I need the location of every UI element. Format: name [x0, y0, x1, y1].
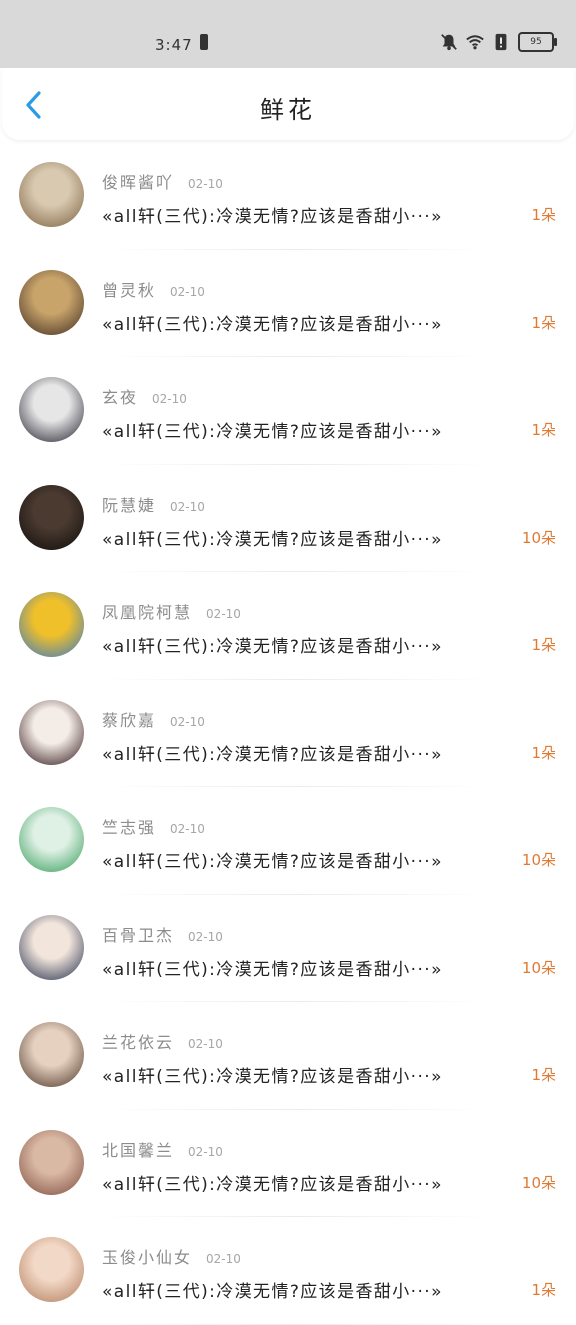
item-date: 02-10: [188, 1144, 223, 1159]
item-message: «all轩(三代):冷漠无情?应该是香甜小···»: [102, 1174, 443, 1195]
user-name-text: 阮慧婕: [102, 495, 157, 515]
flower-count: 10朵: [521, 958, 556, 977]
list-item[interactable]: 蔡欣嘉 02-10 «all轩(三代):冷漠无情?应该是香甜小···» 1朵: [0, 680, 576, 787]
flower-list: 俊晖酱吖 02-10 «all轩(三代):冷漠无情?应该是香甜小···» 1朵 曾…: [0, 142, 576, 1325]
item-date: 02-10: [170, 499, 205, 514]
wifi-icon: [466, 35, 484, 50]
list-item[interactable]: 凤凰院柯慧 02-10 «all轩(三代):冷漠无情?应该是香甜小···» 1朵: [0, 572, 576, 680]
flower-count: 1朵: [531, 1281, 556, 1299]
flower-count: 10朵: [521, 1173, 556, 1192]
avatar[interactable]: [19, 484, 84, 550]
user-name[interactable]: 玉俊小仙女 02-10: [102, 1244, 241, 1268]
item-date: 02-10: [188, 177, 223, 191]
avatar[interactable]: [19, 1022, 84, 1087]
user-name-text: 俊晖酱吖: [102, 173, 175, 192]
flower-count: 1朵: [531, 743, 556, 762]
user-name-text: 蔡欣嘉: [102, 710, 157, 730]
status-bar: 3:47 95: [0, 0, 576, 68]
user-name-text: 玄夜: [102, 388, 139, 407]
list-item[interactable]: 曾灵秋 02-10 «all轩(三代):冷漠无情?应该是香甜小···» 1朵: [0, 250, 576, 357]
item-date: 02-10: [152, 392, 187, 406]
user-name[interactable]: 北国馨兰 02-10: [102, 1137, 223, 1161]
list-item[interactable]: 阮慧婕 02-10 «all轩(三代):冷漠无情?应该是香甜小···» 10朵: [0, 465, 576, 572]
user-name-text: 曾灵秋: [102, 280, 157, 300]
item-message: «all轩(三代):冷漠无情?应该是香甜小···»: [102, 422, 443, 442]
list-item[interactable]: 北国馨兰 02-10 «all轩(三代):冷漠无情?应该是香甜小···» 10朵: [0, 1110, 576, 1217]
flower-count: 10朵: [521, 528, 556, 547]
flower-count: 10朵: [521, 851, 556, 869]
item-message: «all轩(三代):冷漠无情?应该是香甜小···»: [102, 1067, 443, 1087]
user-name[interactable]: 凤凰院柯慧 02-10: [102, 599, 241, 623]
flower-count: 1朵: [531, 421, 556, 439]
list-item[interactable]: 兰花依云 02-10 «all轩(三代):冷漠无情?应该是香甜小···» 1朵: [0, 1002, 576, 1110]
status-time: 3:47: [155, 36, 193, 54]
item-date: 02-10: [206, 1252, 241, 1266]
item-date: 02-10: [188, 1037, 223, 1051]
user-name[interactable]: 百骨卫杰 02-10: [102, 922, 223, 946]
avatar[interactable]: [19, 807, 84, 872]
user-name-text: 竺志强: [102, 818, 157, 837]
user-name-text: 兰花依云: [102, 1033, 175, 1052]
item-date: 02-10: [170, 822, 205, 836]
avatar[interactable]: [19, 592, 84, 657]
item-message: «all轩(三代):冷漠无情?应该是香甜小···»: [102, 852, 443, 872]
flower-count: 1朵: [531, 1066, 556, 1084]
list-item[interactable]: 玄夜 02-10 «all轩(三代):冷漠无情?应该是香甜小···» 1朵: [0, 357, 576, 465]
flower-count: 1朵: [531, 313, 556, 332]
mute-bell-icon: [441, 34, 457, 51]
user-name[interactable]: 兰花依云 02-10: [102, 1029, 223, 1053]
list-item[interactable]: 俊晖酱吖 02-10 «all轩(三代):冷漠无情?应该是香甜小···» 1朵: [0, 142, 576, 250]
item-message: «all轩(三代):冷漠无情?应该是香甜小···»: [102, 959, 443, 980]
list-item[interactable]: 竺志强 02-10 «all轩(三代):冷漠无情?应该是香甜小···» 10朵: [0, 787, 576, 895]
page-title: 鲜花: [260, 96, 316, 124]
user-name[interactable]: 玄夜 02-10: [102, 384, 187, 408]
item-date: 02-10: [170, 284, 205, 299]
avatar[interactable]: [19, 1237, 84, 1302]
item-date: 02-10: [170, 714, 205, 729]
item-message: «all轩(三代):冷漠无情?应该是香甜小···»: [102, 744, 443, 765]
flower-count: 1朵: [531, 636, 556, 654]
item-message: «all轩(三代):冷漠无情?应该是香甜小···»: [102, 529, 443, 550]
user-name[interactable]: 俊晖酱吖 02-10: [102, 169, 223, 193]
avatar[interactable]: [19, 914, 84, 980]
top-nav-bar: 鲜花: [2, 68, 574, 140]
user-name-text: 玉俊小仙女: [102, 1248, 193, 1267]
item-date: 02-10: [206, 607, 241, 621]
avatar[interactable]: [19, 699, 84, 765]
list-item[interactable]: 百骨卫杰 02-10 «all轩(三代):冷漠无情?应该是香甜小···» 10朵: [0, 895, 576, 1002]
user-name[interactable]: 蔡欣嘉 02-10: [102, 707, 205, 731]
user-name[interactable]: 竺志强 02-10: [102, 814, 205, 838]
sim-alert-icon: [495, 33, 507, 51]
avatar[interactable]: [19, 1129, 84, 1195]
item-message: «all轩(三代):冷漠无情?应该是香甜小···»: [102, 207, 443, 227]
user-name-text: 百骨卫杰: [102, 925, 175, 945]
avatar[interactable]: [19, 269, 84, 335]
battery-icon: 95: [518, 32, 557, 52]
item-message: «all轩(三代):冷漠无情?应该是香甜小···»: [102, 1282, 443, 1302]
avatar[interactable]: [19, 377, 84, 442]
user-name[interactable]: 曾灵秋 02-10: [102, 277, 205, 301]
status-icons: 95: [440, 32, 557, 52]
flower-count: 1朵: [531, 206, 556, 224]
user-name-text: 凤凰院柯慧: [102, 603, 193, 622]
item-message: «all轩(三代):冷漠无情?应该是香甜小···»: [102, 637, 443, 657]
item-message: «all轩(三代):冷漠无情?应该是香甜小···»: [102, 314, 443, 335]
avatar[interactable]: [19, 162, 84, 227]
item-date: 02-10: [188, 929, 223, 944]
user-name[interactable]: 阮慧婕 02-10: [102, 492, 205, 516]
row-divider: [100, 1323, 492, 1325]
list-item[interactable]: 玉俊小仙女 02-10 «all轩(三代):冷漠无情?应该是香甜小···» 1朵: [0, 1217, 576, 1325]
user-name-text: 北国馨兰: [102, 1140, 175, 1160]
battery-alert-icon: [200, 34, 208, 50]
